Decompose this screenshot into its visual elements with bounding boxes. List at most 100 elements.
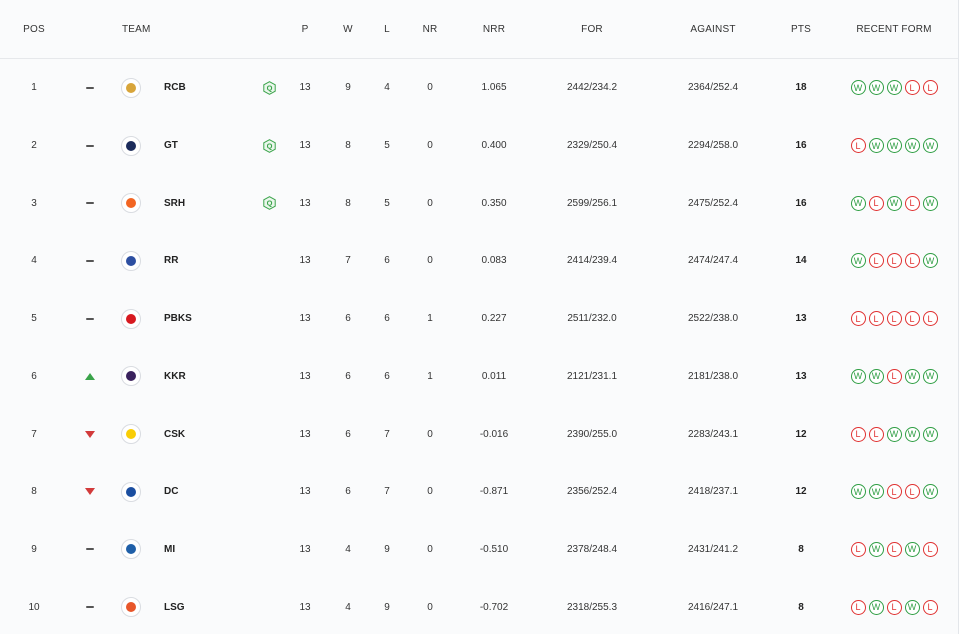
table-row[interactable]: 2 GT Q 13 8 5 0 0.400 2329/250.4 2294/258.0 16 L W W W… xyxy=(0,117,958,175)
played: 13 xyxy=(299,197,311,209)
table-row[interactable]: 1 RCB Q 13 9 4 0 1.065 2442/234.2 2364/252.4 18 W W W… xyxy=(0,59,958,117)
no-result: 0 xyxy=(427,82,433,94)
qualified-icon: Q xyxy=(262,196,276,211)
dash-icon xyxy=(86,144,94,147)
played: 13 xyxy=(299,140,311,152)
recent-form: WLWLW xyxy=(836,174,952,232)
position-change xyxy=(80,117,100,175)
team-logo[interactable] xyxy=(120,59,142,117)
header-played[interactable]: P xyxy=(290,0,320,58)
points: 13 xyxy=(795,370,807,382)
team-name[interactable]: DC xyxy=(164,463,244,521)
points: 16 xyxy=(795,197,807,209)
lost: 5 xyxy=(384,140,390,152)
runs-against: 2181/238.0 xyxy=(687,370,739,382)
team-logo[interactable] xyxy=(120,117,142,175)
runs-for: 2390/255.0 xyxy=(566,428,618,440)
recent-form: WWLWW xyxy=(836,348,952,406)
team-logo[interactable] xyxy=(120,578,142,634)
runs-for: 2378/248.4 xyxy=(566,543,618,555)
header-points[interactable]: PTS xyxy=(784,0,818,58)
form-loss-badge: L xyxy=(904,195,920,211)
table-row[interactable]: 5 PBKS 13 6 6 1 0.227 2511/232.0 2522/238.0 13 L L L… xyxy=(0,290,958,348)
header-pos[interactable]: POS xyxy=(14,0,54,58)
form-loss-badge: L xyxy=(922,311,938,327)
form-win-badge: W xyxy=(904,541,920,557)
header-against[interactable]: AGAINST xyxy=(666,0,760,58)
table-header: POS TEAM P W L NR NRR FOR AGAINST PTS RE… xyxy=(0,0,958,59)
qualified-badge xyxy=(259,578,279,634)
team-logo[interactable] xyxy=(120,174,142,232)
points: 13 xyxy=(795,313,807,325)
form-loss-badge: L xyxy=(922,599,938,615)
position-change xyxy=(80,578,100,634)
form-win-badge: W xyxy=(850,195,866,211)
runs-for: 2121/231.1 xyxy=(566,370,618,382)
table-row[interactable]: 7 CSK 13 6 7 0 -0.016 2390/255.0 2283/243.1 12 L L W… xyxy=(0,405,958,463)
recent-form: LWLWL xyxy=(836,578,952,634)
qualified-badge xyxy=(259,290,279,348)
lost: 7 xyxy=(384,428,390,440)
runs-for: 2442/234.2 xyxy=(566,82,618,94)
table-row[interactable]: 10 LSG 13 4 9 0 -0.702 2318/255.3 2416/247.1 8 L W L… xyxy=(0,578,958,634)
header-lost[interactable]: L xyxy=(374,0,400,58)
dash-icon xyxy=(86,317,94,320)
won: 9 xyxy=(345,82,351,94)
net-run-rate: 0.011 xyxy=(481,370,507,382)
runs-against: 2418/237.1 xyxy=(687,486,739,498)
runs-against: 2416/247.1 xyxy=(687,601,739,613)
team-logo[interactable] xyxy=(120,348,142,406)
team-name[interactable]: RR xyxy=(164,232,244,290)
dash-icon xyxy=(86,548,94,551)
runs-against: 2475/252.4 xyxy=(687,197,739,209)
header-no-result[interactable]: NR xyxy=(414,0,446,58)
form-loss-badge: L xyxy=(850,541,866,557)
form-loss-badge: L xyxy=(904,253,920,269)
table-row[interactable]: 4 RR 13 7 6 0 0.083 2414/239.4 2474/247.4 14 W L L L W xyxy=(0,232,958,290)
lost: 4 xyxy=(384,82,390,94)
team-name[interactable]: SRH xyxy=(164,174,244,232)
won: 4 xyxy=(345,543,351,555)
lost: 6 xyxy=(384,313,390,325)
header-won[interactable]: W xyxy=(334,0,362,58)
net-run-rate: 0.083 xyxy=(481,255,507,267)
form-win-badge: W xyxy=(868,541,884,557)
runs-against: 2474/247.4 xyxy=(687,255,739,267)
team-logo[interactable] xyxy=(120,463,142,521)
dash-icon xyxy=(86,259,94,262)
team-name[interactable]: GT xyxy=(164,117,244,175)
form-loss-badge: L xyxy=(904,80,920,96)
runs-for: 2356/252.4 xyxy=(566,486,618,498)
recent-form: LLWWW xyxy=(836,405,952,463)
form-win-badge: W xyxy=(904,426,920,442)
qualified-badge xyxy=(259,348,279,406)
team-name[interactable]: MI xyxy=(164,521,244,579)
form-win-badge: W xyxy=(886,80,902,96)
recent-form: WLLLW xyxy=(836,232,952,290)
team-logo-icon xyxy=(121,135,141,156)
team-logo[interactable] xyxy=(120,521,142,579)
team-name[interactable]: RCB xyxy=(164,59,244,117)
form-win-badge: W xyxy=(886,195,902,211)
form-loss-badge: L xyxy=(886,311,902,327)
header-team[interactable]: TEAM xyxy=(122,0,202,58)
table-row[interactable]: 3 SRH Q 13 8 5 0 0.350 2599/256.1 2475/252.4 16 W L W… xyxy=(0,174,958,232)
qualified-badge xyxy=(259,405,279,463)
header-for[interactable]: FOR xyxy=(548,0,636,58)
team-name[interactable]: CSK xyxy=(164,405,244,463)
net-run-rate: -0.702 xyxy=(479,601,509,613)
team-logo[interactable] xyxy=(120,405,142,463)
team-logo-icon xyxy=(121,77,141,98)
team-logo[interactable] xyxy=(120,290,142,348)
team-name[interactable]: LSG xyxy=(164,578,244,634)
team-name[interactable]: KKR xyxy=(164,348,244,406)
position: 5 xyxy=(31,313,37,325)
table-row[interactable]: 9 MI 13 4 9 0 -0.510 2378/248.4 2431/241.2 8 L W L W L xyxy=(0,521,958,579)
team-name[interactable]: PBKS xyxy=(164,290,244,348)
team-logo[interactable] xyxy=(120,232,142,290)
table-row[interactable]: 8 DC 13 6 7 0 -0.871 2356/252.4 2418/237.1 12 W W L L… xyxy=(0,463,958,521)
header-nrr[interactable]: NRR xyxy=(466,0,522,58)
form-loss-badge: L xyxy=(886,484,902,500)
qualified-badge: Q xyxy=(259,59,279,117)
table-row[interactable]: 6 KKR 13 6 6 1 0.011 2121/231.1 2181/238.0 13 W W L W… xyxy=(0,348,958,406)
